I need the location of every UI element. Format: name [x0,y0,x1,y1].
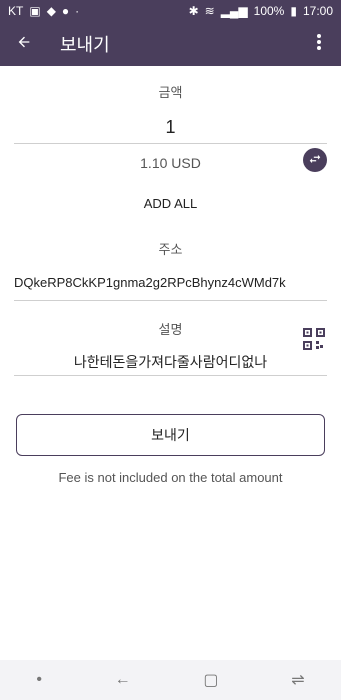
back-button[interactable] [2,22,46,66]
time-text: 17:00 [302,4,333,18]
message-icon: ● [61,4,70,18]
gallery-icon: ▣ [29,4,41,18]
more-menu-button[interactable] [305,22,333,66]
amount-divider [14,143,327,144]
amount-input[interactable]: 1 [0,117,341,138]
address-input[interactable]: DQkeRP8CkKP1gnma2g2RPcBhynz4cWMd7k [14,275,304,290]
nav-back-icon[interactable]: ← [115,671,131,689]
fiat-value: 1.10 USD [140,155,201,171]
wifi-icon: ≋ [204,4,215,18]
address-label: 주소 [158,242,183,257]
dot-icon: · [75,4,80,18]
carrier-text: KT [8,4,24,18]
memo-label: 설명 [158,322,183,337]
notification-icon: ◆ [46,4,56,18]
page-title: 보내기 [60,35,110,55]
system-nav-bar: • ← ▢ ⇌ [0,660,341,700]
status-left: KT ▣ ◆ ● · [8,4,79,18]
status-bar: KT ▣ ◆ ● · ✱ ≋ ▂▄▆ 100% ▮ 17:00 [0,0,341,22]
send-button[interactable]: 보내기 [16,414,325,456]
amount-label: 금액 [158,85,183,100]
memo-input[interactable]: 나한테돈을가져다줄사람어디없나 [0,352,341,372]
battery-text: 100% [253,4,285,18]
address-divider [14,300,327,301]
nav-home-icon[interactable]: ▢ [203,670,218,690]
fee-note: Fee is not included on the total amount [58,470,283,485]
nav-recent-icon[interactable]: ⇌ [291,670,304,690]
signal-icon: ▂▄▆ [220,4,248,18]
add-all-button[interactable]: ADD ALL [0,196,341,211]
nav-dot-icon[interactable]: • [36,671,42,689]
app-bar: 보내기 [0,22,341,66]
battery-icon: ▮ [290,4,297,18]
status-right: ✱ ≋ ▂▄▆ 100% ▮ 17:00 [189,4,333,18]
memo-divider [14,375,327,376]
arrow-left-icon [16,34,32,55]
kebab-menu-icon [317,33,321,55]
bluetooth-icon: ✱ [188,4,199,18]
